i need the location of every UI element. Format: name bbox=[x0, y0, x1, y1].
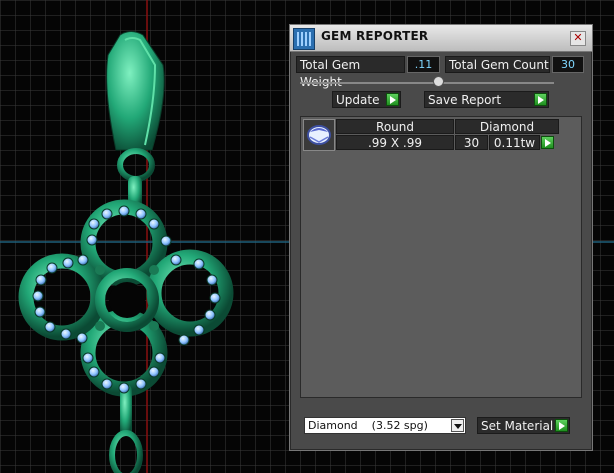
gem-reporter-panel: GEM REPORTER ✕ Total Gem Weight .11 Tota… bbox=[289, 24, 593, 451]
total-gem-weight-label: Total Gem Weight bbox=[296, 56, 405, 89]
update-button-label: Update bbox=[336, 93, 380, 107]
gem-reporter-logo-icon bbox=[293, 28, 315, 50]
save-report-button-label: Save Report bbox=[428, 93, 502, 107]
total-gem-weight-value: .11 bbox=[407, 56, 440, 73]
go-arrow-icon bbox=[555, 419, 568, 432]
save-report-button[interactable]: Save Report bbox=[424, 91, 549, 108]
slider-track[interactable] bbox=[300, 82, 554, 84]
column-header-material: Diamond bbox=[455, 119, 559, 134]
close-icon[interactable]: ✕ bbox=[570, 31, 586, 46]
set-material-button[interactable]: Set Material bbox=[477, 417, 570, 434]
go-arrow-icon bbox=[534, 93, 547, 106]
column-header-shape: Round bbox=[336, 119, 454, 134]
dropdown-arrow-icon[interactable] bbox=[451, 419, 464, 432]
total-gem-count-label: Total Gem Count bbox=[445, 56, 550, 73]
gem-size: .99 X .99 bbox=[336, 135, 454, 150]
go-arrow-icon bbox=[386, 93, 399, 106]
material-select-value: Diamond (3.52 spg) bbox=[308, 419, 428, 432]
material-select[interactable]: Diamond (3.52 spg) bbox=[304, 417, 466, 434]
slider-thumb[interactable] bbox=[433, 76, 444, 87]
window-title: GEM REPORTER bbox=[321, 29, 429, 43]
gem-count: 30 bbox=[455, 135, 488, 150]
set-material-button-label: Set Material bbox=[481, 419, 554, 433]
go-arrow-icon[interactable] bbox=[541, 136, 554, 149]
title-bar[interactable]: GEM REPORTER ✕ bbox=[290, 25, 592, 52]
gem-list[interactable]: Round Diamond .99 X .99 30 0.11tw bbox=[300, 116, 582, 398]
update-button[interactable]: Update bbox=[332, 91, 401, 108]
gem-weight: 0.11tw bbox=[489, 135, 540, 150]
round-gem-icon[interactable] bbox=[303, 119, 335, 151]
total-gem-count-value: 30 bbox=[552, 56, 584, 73]
